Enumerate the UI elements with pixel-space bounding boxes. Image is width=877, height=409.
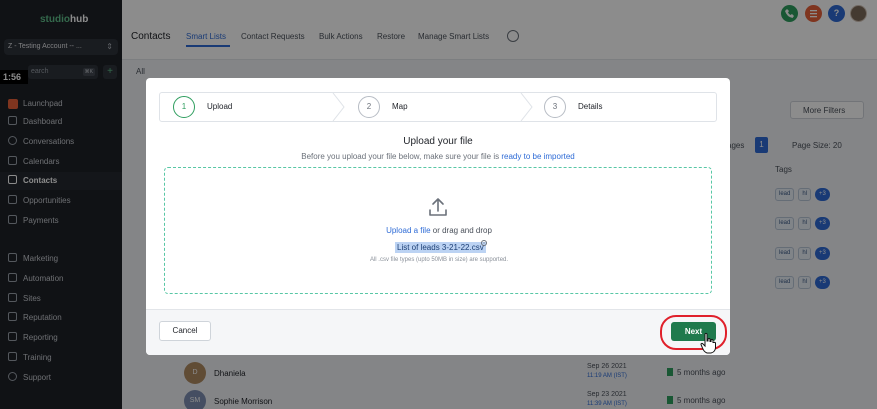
step-number: 1 [173, 96, 195, 118]
chevron-right-icon [520, 93, 533, 121]
cancel-button[interactable]: Cancel [159, 321, 211, 341]
step-label: Upload [207, 102, 233, 111]
upload-file-link[interactable]: Upload a file [386, 226, 430, 235]
hand-cursor-icon [700, 332, 716, 354]
import-stepper: 1 Upload 2 Map 3 Details [159, 92, 717, 122]
file-dropzone[interactable]: Upload a file or drag and drop List of l… [164, 167, 712, 294]
step-label: Map [392, 102, 408, 111]
step-number: 3 [544, 96, 566, 118]
modal-footer: Cancel Next [146, 309, 730, 355]
subtitle-text: Before you upload your file below, make … [301, 152, 502, 161]
upload-title: Upload your file [403, 136, 473, 147]
close-icon[interactable]: × [481, 240, 487, 246]
upload-icon [429, 198, 447, 216]
drag-drop-text: or drag and drop [430, 226, 492, 235]
file-type-hint: All .csv file types (upto 50MB in size) … [369, 257, 509, 263]
import-modal: 1 Upload 2 Map 3 Details Upload your fil… [146, 78, 730, 355]
step-number: 2 [358, 96, 380, 118]
selected-file-name: List of leads 3-21-22.csv [395, 242, 486, 253]
upload-subtitle: Before you upload your file below, make … [146, 152, 730, 161]
upload-instructions: Upload a file or drag and drop [165, 226, 713, 235]
step-label: Details [578, 102, 603, 111]
chevron-right-icon [332, 93, 345, 121]
ready-to-import-link[interactable]: ready to be imported [501, 152, 574, 161]
